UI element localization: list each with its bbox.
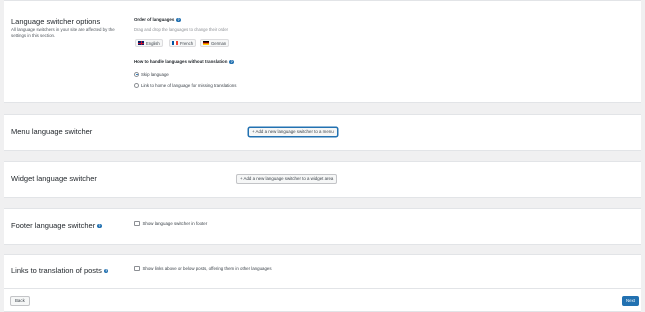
help-icon[interactable]: ?: [103, 268, 109, 274]
section-title: Menu language switcher: [11, 127, 93, 136]
post-links-panel: Links to translation of posts? Show link…: [4, 254, 641, 312]
section-description: All language switchers in your site are …: [11, 27, 115, 39]
order-hint: Drag and drop the languages to change th…: [134, 27, 229, 32]
order-label-text: Order of languages: [134, 17, 175, 22]
divider: [4, 288, 641, 289]
radio-link-home[interactable]: Link to home of language for missing tra…: [134, 82, 237, 88]
section-title: Links to translation of posts?: [11, 266, 109, 275]
uk-flag-icon: [138, 41, 144, 46]
language-chip-english[interactable]: English: [135, 39, 163, 47]
help-icon[interactable]: ?: [229, 59, 234, 65]
radio-button[interactable]: [134, 82, 139, 88]
radio-label: Link to home of language for missing tra…: [141, 83, 237, 88]
add-menu-switcher-button[interactable]: + Add a new language switcher to a menu: [248, 127, 338, 137]
widget-switcher-panel: Widget language switcher + Add a new lan…: [4, 161, 641, 198]
back-button[interactable]: Back: [10, 296, 30, 306]
language-chip-french[interactable]: French: [169, 39, 197, 47]
switcher-options-panel: Language switcher options All language s…: [4, 0, 641, 103]
de-flag-icon: [203, 41, 209, 46]
radio-label: Skip language: [141, 72, 169, 77]
footer-switcher-panel: Footer language switcher? Show language …: [4, 208, 641, 245]
add-widget-switcher-button[interactable]: + Add a new language switcher to a widge…: [236, 174, 338, 184]
post-links-checkbox[interactable]: Show links above or below posts, offerin…: [134, 265, 272, 272]
section-title-text: Links to translation of posts: [11, 266, 102, 275]
checkbox-label: Show links above or below posts, offerin…: [142, 266, 272, 271]
radio-skip-language[interactable]: Skip language: [134, 71, 169, 77]
missing-translation-label: How to handle languages without translat…: [134, 59, 234, 65]
checkbox-label: Show language switcher in footer: [142, 221, 208, 226]
radio-button[interactable]: [134, 71, 139, 77]
footer-switcher-checkbox[interactable]: Show language switcher in footer: [134, 220, 208, 227]
help-icon[interactable]: ?: [176, 17, 181, 23]
language-name: French: [180, 41, 194, 46]
checkbox[interactable]: [134, 220, 140, 227]
fr-flag-icon: [172, 41, 178, 46]
section-title: Widget language switcher: [11, 174, 97, 183]
section-title: Footer language switcher?: [11, 221, 102, 230]
section-title-text: Footer language switcher: [11, 221, 96, 230]
language-name: English: [146, 41, 160, 46]
language-name: German: [211, 41, 227, 46]
help-icon[interactable]: ?: [97, 223, 102, 229]
next-button[interactable]: Next: [621, 296, 639, 306]
order-label: Order of languages?: [134, 17, 181, 23]
language-chip-german[interactable]: German: [200, 39, 230, 47]
section-title: Language switcher options: [11, 17, 101, 26]
checkbox[interactable]: [134, 265, 140, 272]
missing-label-text: How to handle languages without translat…: [134, 59, 228, 64]
menu-switcher-panel: Menu language switcher + Add a new langu…: [4, 114, 641, 151]
